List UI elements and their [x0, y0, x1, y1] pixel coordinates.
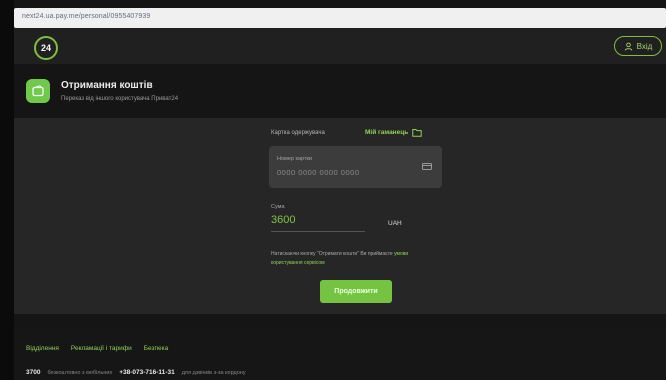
wallet-icon	[26, 79, 50, 103]
page-subtitle: Переказ від іншого користувача Приват24	[61, 96, 179, 102]
amount-label: Сума	[271, 204, 285, 210]
international-phone-number[interactable]: +38-073-716-11-31	[119, 369, 174, 376]
terms-disclaimer: Натискаючи кнопку "Отримати кошти" Ви пр…	[271, 250, 439, 268]
amount-input[interactable]: 3600	[271, 214, 295, 226]
main-content: Картка одержувача Мій гаманець Номер кар…	[14, 118, 666, 314]
receive-money-form: Картка одержувача Мій гаманець Номер кар…	[259, 118, 443, 314]
footer-contacts: 3700 безкоштовно з мобільних +38-073-716…	[26, 369, 246, 376]
card-number-label: Номер картки	[277, 156, 312, 162]
card-number-field[interactable]: Номер картки	[269, 146, 442, 188]
wallet-link-label: Мій гаманець	[365, 129, 409, 136]
footer-links: Відділення Рекламації і тарифи Безпека	[26, 345, 168, 352]
address-bar[interactable]: next24.ua.pay.me/personal/0955407939	[14, 8, 666, 28]
credit-card-icon	[422, 163, 432, 170]
footer-link-branches[interactable]: Відділення	[26, 345, 59, 352]
amount-underline	[271, 231, 365, 232]
page-title: Отримання коштів	[61, 80, 153, 91]
disclaimer-text: Натискаючи кнопку "Отримати кошти" Ви пр…	[271, 251, 393, 257]
phone-note: для дзвінків з-за кордону	[181, 369, 246, 376]
footer-link-security[interactable]: Безпека	[144, 345, 168, 352]
logo-text: 24	[40, 43, 51, 53]
folder-icon	[412, 129, 422, 137]
page-header: Отримання коштів Переказ від іншого кори…	[14, 64, 666, 118]
card-number-input[interactable]	[277, 166, 417, 178]
footer-link-tariffs[interactable]: Рекламації і тарифи	[71, 345, 132, 352]
currency-label: UAH	[388, 220, 402, 227]
continue-button[interactable]: Продовжити	[320, 280, 392, 303]
short-phone-number[interactable]: 3700	[26, 369, 40, 376]
login-button[interactable]: Вхід	[614, 36, 662, 56]
browser-viewport: next24.ua.pay.me/personal/0955407939 24 …	[14, 0, 666, 380]
privat24-logo[interactable]: 24	[34, 36, 58, 60]
login-label: Вхід	[636, 41, 653, 51]
user-icon	[624, 42, 632, 51]
short-number-note: безкоштовно з мобільних	[47, 369, 113, 376]
url-text: next24.ua.pay.me/personal/0955407939	[22, 13, 151, 20]
continue-label: Продовжити	[334, 288, 378, 295]
my-wallet-link[interactable]: Мій гаманець	[365, 128, 422, 137]
page-footer: Відділення Рекламації і тарифи Безпека 3…	[14, 328, 666, 380]
card-section-label: Картка одержувача	[271, 130, 325, 136]
top-navigation: 24 Вхід	[14, 28, 666, 64]
